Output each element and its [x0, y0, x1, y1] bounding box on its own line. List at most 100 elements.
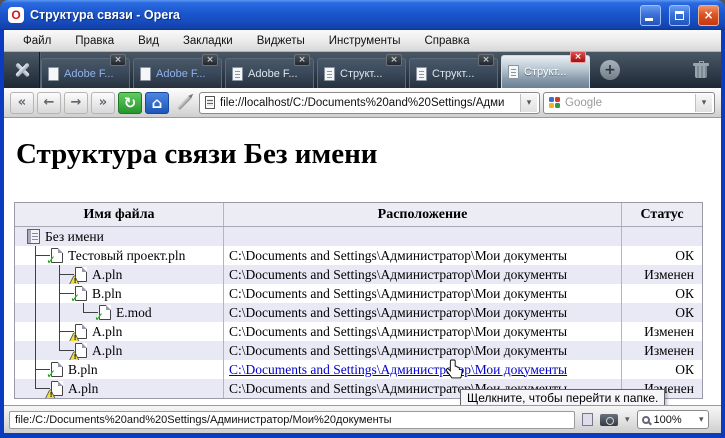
tab-label: Структ...	[340, 67, 383, 80]
table-row: ▲ A.pln C:\Documents and Settings\Админи…	[15, 341, 702, 360]
filename-cell: ▲ A.pln	[15, 265, 224, 284]
menu-item-файл[interactable]: Файл	[12, 32, 62, 50]
google-icon	[549, 97, 560, 108]
tab-page-icon	[324, 66, 335, 81]
wrench-icon	[12, 60, 32, 80]
table-row: ✓ B.pln C:\Documents and Settings\Админи…	[15, 360, 702, 379]
page-content: Структура связи Без имени Имя файла Расп…	[4, 118, 721, 405]
zoom-dropdown-icon[interactable]: ▾	[699, 415, 704, 425]
tab-label: Структ...	[432, 67, 475, 80]
file-icon: ✓	[70, 286, 87, 303]
home-button[interactable]: ⌂	[145, 91, 169, 114]
reload-button[interactable]: ↻	[118, 91, 142, 114]
mouse-cursor-hand	[444, 358, 464, 387]
tab-page-icon	[232, 66, 243, 81]
forward-button[interactable]: →	[64, 91, 88, 114]
column-header-location: Расположение	[224, 203, 622, 226]
quick-settings-button[interactable]	[4, 52, 40, 88]
location-cell: C:\Documents and Settings\Администратор\…	[224, 284, 622, 303]
tab-close-button[interactable]: ×	[478, 54, 494, 66]
menu-item-вид[interactable]: Вид	[127, 32, 170, 50]
address-url: file://localhost/C:/Documents%20and%20Se…	[220, 96, 505, 109]
edit-note-button[interactable]	[172, 92, 196, 114]
maximize-button[interactable]	[669, 4, 690, 26]
page-info-icon[interactable]	[582, 413, 593, 426]
search-field[interactable]: Google ▾	[543, 91, 715, 114]
warning-mark-icon: ▲	[70, 330, 78, 341]
menu-item-виджеты[interactable]: Виджеты	[246, 32, 316, 50]
address-dropdown-button[interactable]: ▾	[520, 93, 537, 112]
tab[interactable]: Структ... ×	[409, 54, 498, 88]
file-icon: ✓	[94, 305, 111, 322]
filename-cell: ✓ B.pln	[15, 360, 224, 379]
zoom-control[interactable]: 100% ▾	[636, 410, 709, 429]
rewind-button[interactable]: «	[10, 91, 34, 114]
tab[interactable]: Структ... ×	[501, 51, 590, 88]
tree-lines	[25, 341, 74, 360]
file-icon: ✓	[46, 362, 63, 379]
file-name: A.pln	[92, 266, 123, 282]
table-body: Без имени ✓ Тестовый проект.pln C:\Docum…	[15, 227, 702, 398]
snapshot-dropdown-icon[interactable]: ▾	[625, 415, 630, 425]
file-name: A.pln	[92, 342, 123, 358]
location-cell: C:\Documents and Settings\Администратор\…	[224, 265, 622, 284]
file-name: A.pln	[92, 323, 123, 339]
close-button[interactable]: ×	[698, 4, 719, 26]
tab-page-icon	[48, 66, 59, 81]
location-cell: C:\Documents and Settings\Администратор\…	[224, 341, 622, 360]
tab-close-button[interactable]: ×	[570, 51, 586, 63]
tab[interactable]: Adobe F... ×	[133, 54, 222, 88]
address-field[interactable]: file://localhost/C:/Documents%20and%20Se…	[199, 91, 540, 114]
addressbar: « ← → » ↻ ⌂ file://localhost/C:/Document…	[4, 88, 721, 118]
opera-window: O Структура связи - Opera × Файл Правка Ви…	[0, 0, 725, 438]
window-body: Файл Правка Вид Закладки Виджеты Инструменты С…	[4, 30, 721, 433]
status-cell	[622, 227, 702, 246]
column-header-status: Статус	[640, 206, 684, 222]
table-row: ✓ B.pln C:\Documents and Settings\Админи…	[15, 284, 702, 303]
tab[interactable]: Структ... ×	[317, 54, 406, 88]
file-icon: ▲	[70, 267, 87, 284]
warning-mark-icon: ▲	[70, 349, 78, 360]
file-icon: ▲	[70, 343, 87, 360]
table-row: Без имени	[15, 227, 702, 246]
menu-item-правка[interactable]: Правка	[64, 32, 125, 50]
tab-close-button[interactable]: ×	[294, 54, 310, 66]
pencil-icon	[176, 95, 192, 110]
check-mark-icon: ✓	[46, 367, 57, 379]
tab-label: Adobe F...	[156, 67, 206, 80]
tab[interactable]: Adobe F... ×	[41, 54, 130, 88]
menu-item-справка[interactable]: Справка	[414, 32, 481, 50]
tab-label: Adobe F...	[64, 67, 114, 80]
filename-cell: ▲ A.pln	[15, 322, 224, 341]
status-cell: ОК	[675, 285, 694, 301]
closed-tabs-trash-button[interactable]	[693, 61, 709, 79]
back-button[interactable]: ←	[37, 91, 61, 114]
page-document-icon	[205, 96, 215, 109]
tab-label: Adobe F...	[248, 67, 298, 80]
menu-item-закладки[interactable]: Закладки	[172, 32, 244, 50]
location-cell: C:\Documents and Settings\Администратор\…	[224, 322, 622, 341]
file-icon	[27, 229, 40, 244]
snapshot-icon[interactable]	[600, 413, 618, 426]
file-name: A.pln	[68, 380, 99, 396]
warning-mark-icon: ▲	[46, 387, 54, 398]
file-name: E.mod	[116, 304, 152, 320]
filename-cell: ✓ B.pln	[15, 284, 224, 303]
minimize-icon	[645, 17, 653, 21]
location-link[interactable]: C:\Documents and Settings\Администратор\…	[229, 362, 567, 378]
check-mark-icon: ✓	[70, 291, 81, 303]
zoom-level: 100%	[653, 413, 682, 426]
minimize-button[interactable]	[640, 4, 661, 26]
status-cell: Изменен	[644, 342, 694, 358]
tab-close-button[interactable]: ×	[202, 54, 218, 66]
fast-forward-button[interactable]: »	[91, 91, 115, 114]
file-icon: ▲	[46, 381, 63, 398]
tab-close-button[interactable]: ×	[386, 54, 402, 66]
tab-close-button[interactable]: ×	[110, 54, 126, 66]
tab[interactable]: Adobe F... ×	[225, 54, 314, 88]
menu-item-инструменты[interactable]: Инструменты	[318, 32, 412, 50]
window-bottom-border	[0, 433, 725, 438]
filename-cell: Без имени	[15, 227, 224, 246]
search-dropdown-button[interactable]: ▾	[695, 93, 712, 112]
new-tab-button[interactable]: +	[600, 60, 620, 80]
